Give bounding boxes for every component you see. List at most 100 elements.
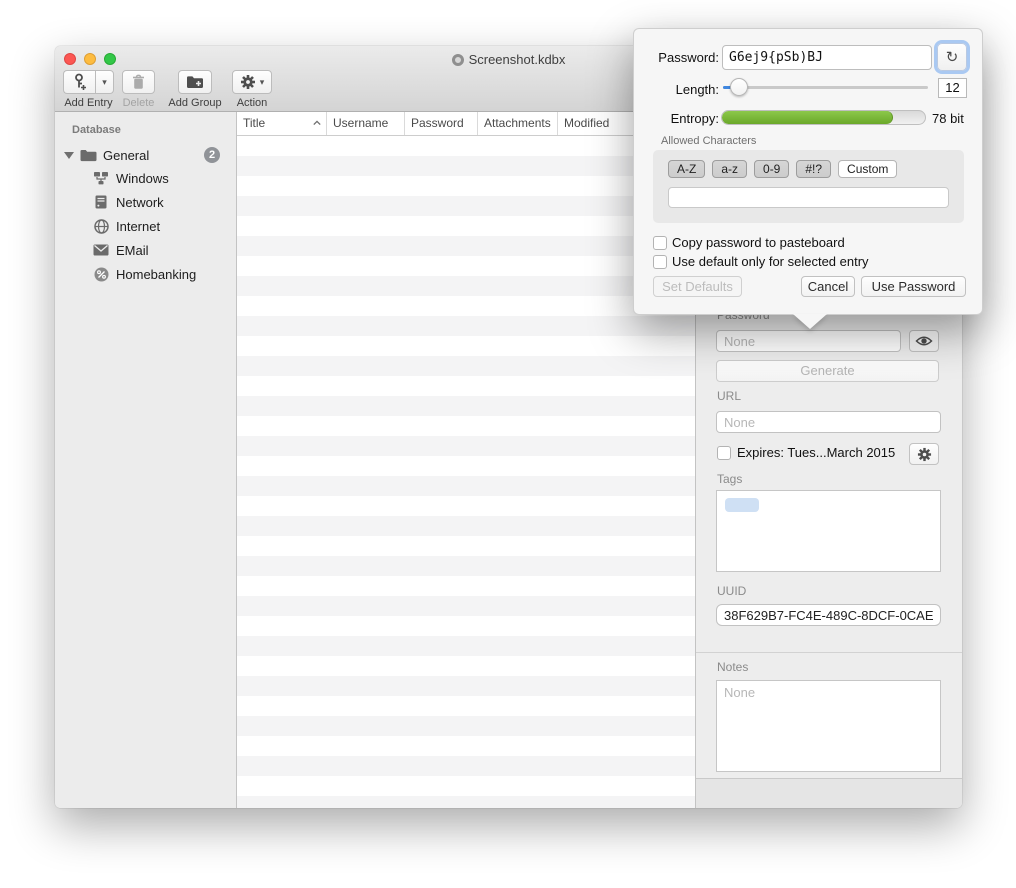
chevron-down-icon: ▾ (260, 77, 265, 88)
add-group-button[interactable] (178, 70, 212, 94)
column-header-title[interactable]: Title (237, 112, 327, 135)
generate-button[interactable]: Generate (716, 360, 939, 382)
sidebar-item-internet[interactable]: Internet (55, 214, 236, 238)
table-header: Title Username Password Attachments Modi… (237, 112, 695, 136)
toggle-uppercase[interactable]: A-Z (668, 160, 705, 178)
sidebar-item-general[interactable]: General 2 (55, 144, 236, 166)
length-slider[interactable] (723, 78, 928, 97)
toggle-digits[interactable]: 0-9 (754, 160, 789, 178)
sidebar-item-homebanking[interactable]: Homebanking (55, 262, 236, 286)
sidebar-item-network[interactable]: Network (55, 190, 236, 214)
window-title-text: Screenshot.kdbx (469, 52, 566, 67)
toggle-custom[interactable]: Custom (838, 160, 897, 178)
cancel-button[interactable]: Cancel (801, 276, 855, 297)
sidebar-item-email[interactable]: EMail (55, 238, 236, 262)
length-slider-thumb[interactable] (730, 78, 748, 96)
copy-password-checkbox[interactable] (653, 236, 667, 250)
disclosure-triangle-icon[interactable] (64, 152, 74, 159)
sidebar-item-label: Internet (116, 219, 160, 234)
gear-icon (917, 447, 932, 462)
toolbar-delete: Delete (122, 70, 155, 109)
tags-field[interactable] (716, 490, 941, 572)
entry-table: Title Username Password Attachments Modi… (237, 112, 695, 808)
use-default-row: Use default only for selected entry (653, 254, 869, 269)
sidebar-item-label: EMail (116, 243, 149, 258)
uuid-label: UUID (717, 584, 746, 598)
popover-arrow (793, 314, 827, 329)
use-default-label: Use default only for selected entry (672, 254, 869, 269)
add-group-label: Add Group (164, 97, 226, 109)
reveal-password-button[interactable] (909, 330, 939, 352)
delete-label: Delete (122, 97, 155, 109)
length-value-field[interactable]: 12 (938, 78, 967, 98)
sidebar-item-label: Windows (116, 171, 169, 186)
slider-track[interactable] (723, 86, 928, 89)
toggle-symbols[interactable]: #!? (796, 160, 831, 178)
folder-plus-icon (186, 75, 204, 89)
tags-label: Tags (717, 472, 742, 486)
set-defaults-button[interactable]: Set Defaults (653, 276, 742, 297)
entropy-bar (721, 110, 926, 125)
entropy-value: 78 bit (932, 111, 964, 126)
regenerate-button[interactable]: ↻ (937, 43, 967, 71)
custom-characters-input[interactable] (668, 187, 949, 208)
entry-count-badge: 2 (204, 147, 220, 163)
expires-settings-button[interactable] (909, 443, 939, 465)
sort-ascending-icon (313, 119, 321, 127)
url-input[interactable] (716, 411, 941, 433)
column-header-attachments[interactable]: Attachments (478, 112, 558, 135)
action-label: Action (231, 97, 273, 109)
expires-label: Expires: Tues...March 2015 (737, 445, 895, 460)
notes-label: Notes (717, 660, 748, 674)
sidebar-item-label: General (103, 148, 149, 163)
gear-icon (240, 74, 256, 90)
eye-icon (915, 335, 933, 347)
sidebar-section-header: Database (72, 124, 236, 136)
refresh-icon: ↻ (946, 48, 959, 66)
percent-circle-icon (93, 267, 109, 282)
tag-token[interactable] (725, 498, 759, 512)
allowed-characters-box: A-Z a-z 0-9 #!? Custom (653, 150, 964, 223)
table-body[interactable] (237, 136, 695, 808)
column-header-username[interactable]: Username (327, 112, 405, 135)
entropy-fill (722, 111, 893, 124)
toolbar-action: ▾ Action (231, 70, 273, 109)
inspector-footer (696, 778, 962, 808)
toolbar-add-entry: ▾ Add Entry (63, 70, 114, 109)
character-class-toggles: A-Z a-z 0-9 #!? Custom (668, 160, 897, 178)
column-header-password[interactable]: Password (405, 112, 478, 135)
add-entry-button[interactable] (63, 70, 95, 94)
workgroup-icon (93, 171, 109, 185)
length-label: Length: (634, 82, 719, 97)
copy-password-label: Copy password to pasteboard (672, 235, 845, 250)
action-button[interactable]: ▾ (232, 70, 272, 94)
expires-checkbox[interactable] (717, 446, 731, 460)
toolbar-add-group: Add Group (164, 70, 226, 109)
sidebar-item-windows[interactable]: Windows (55, 166, 236, 190)
document-proxy-icon (452, 54, 464, 66)
entropy-label: Entropy: (634, 111, 719, 126)
notes-textarea[interactable] (716, 680, 941, 772)
add-entry-dropdown[interactable]: ▾ (95, 70, 114, 94)
key-plus-icon (72, 73, 87, 91)
password-generator-popover: Password: ↻ Length: 12 Entropy: 78 bit A… (633, 28, 983, 315)
envelope-icon (93, 244, 109, 256)
folder-icon (80, 149, 97, 162)
url-label: URL (717, 389, 741, 403)
globe-icon (93, 219, 109, 234)
use-default-checkbox[interactable] (653, 255, 667, 269)
uuid-field[interactable] (716, 604, 941, 626)
password-input[interactable] (716, 330, 901, 352)
use-password-button[interactable]: Use Password (861, 276, 966, 297)
popover-password-label: Password: (634, 50, 719, 65)
sidebar-item-label: Network (116, 195, 164, 210)
sidebar-item-label: Homebanking (116, 267, 196, 282)
server-icon (93, 195, 109, 209)
sidebar: Database General 2 Windows (55, 112, 237, 808)
divider (696, 652, 962, 653)
generated-password-input[interactable] (722, 45, 932, 70)
add-entry-label: Add Entry (63, 97, 114, 109)
delete-button[interactable] (122, 70, 155, 94)
toggle-lowercase[interactable]: a-z (712, 160, 747, 178)
trash-icon (132, 74, 145, 90)
